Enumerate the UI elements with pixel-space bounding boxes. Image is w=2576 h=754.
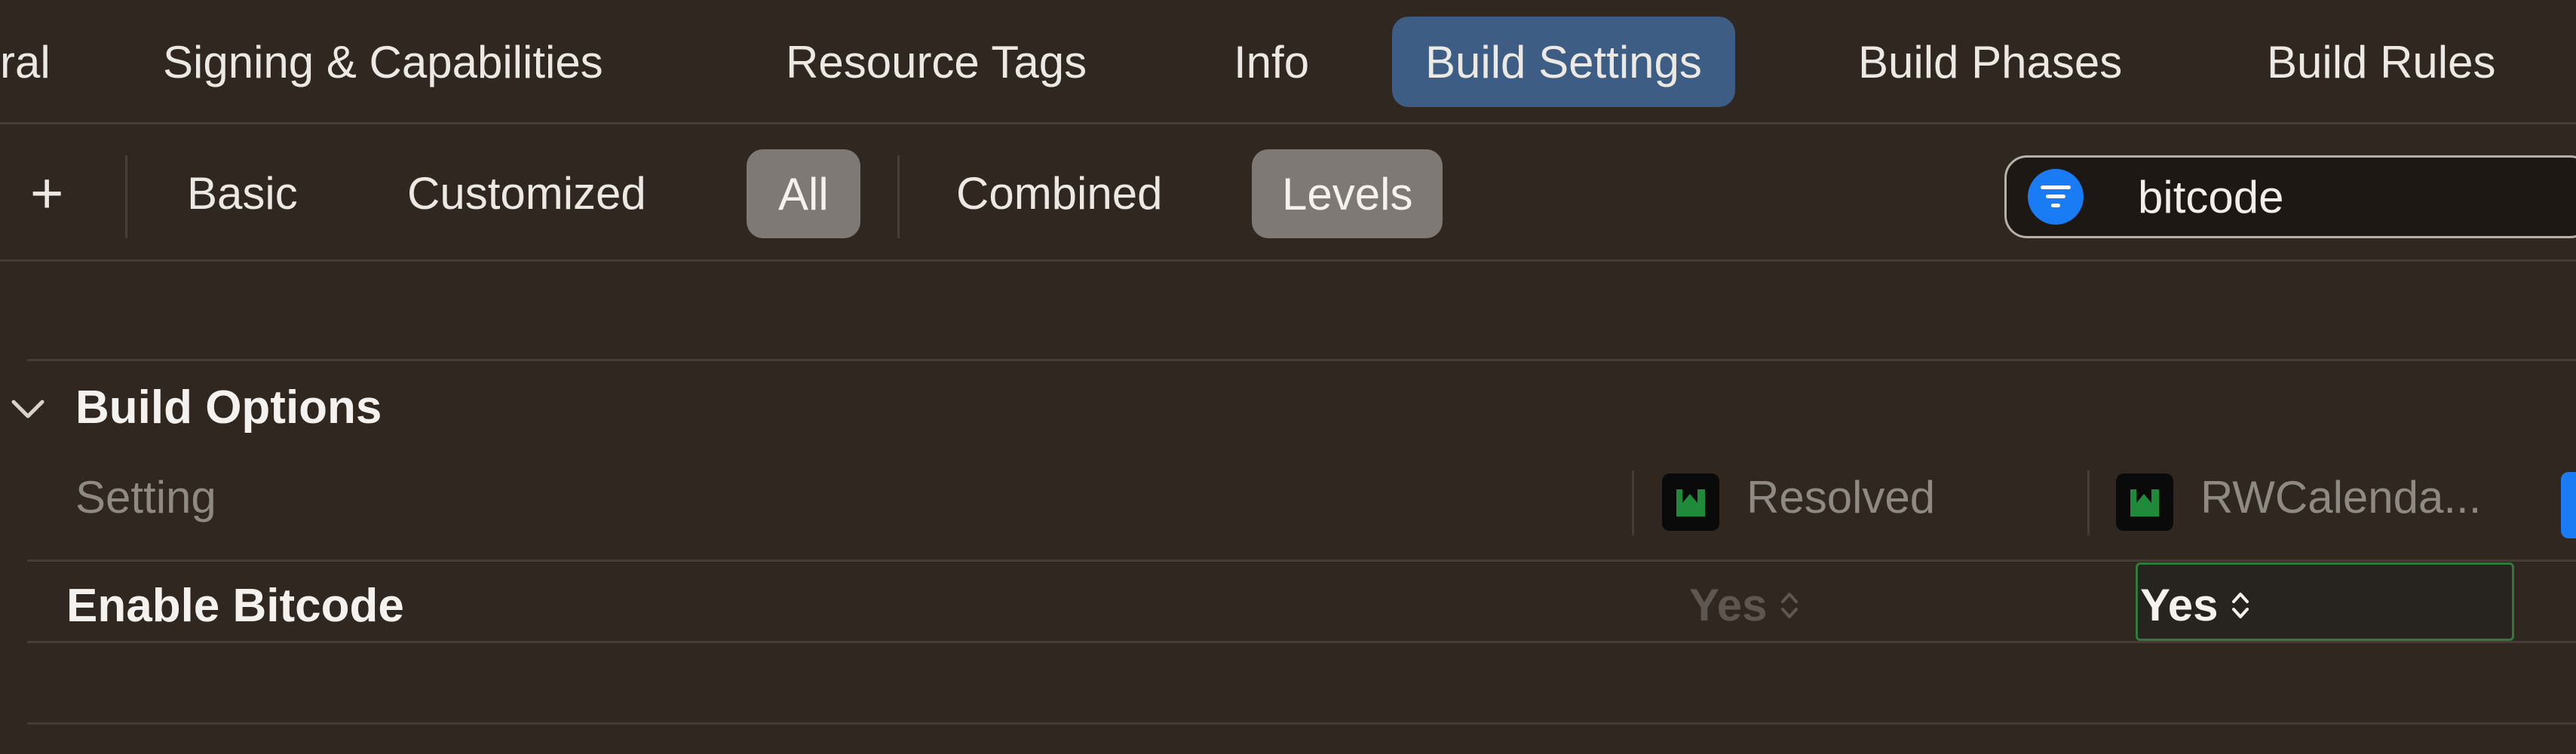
resolved-value-text: Yes — [1689, 580, 1768, 630]
filter-all-label: All — [778, 168, 829, 219]
filter-divider — [125, 155, 127, 238]
tab-signing-capabilities[interactable]: Signing & Capabilities — [163, 17, 603, 107]
filter-levels-button[interactable]: Levels — [1252, 149, 1443, 238]
chevron-down-icon[interactable] — [11, 398, 45, 425]
filter-customized-label: Customized — [407, 167, 646, 219]
column-divider — [2087, 470, 2090, 535]
filter-combined-label: Combined — [956, 167, 1163, 219]
filter-customized-button[interactable]: Customized — [407, 148, 646, 238]
filter-divider — [897, 155, 900, 238]
tab-build-rules-label: Build Rules — [2267, 36, 2496, 87]
app-target-icon — [2116, 474, 2173, 531]
tab-build-phases[interactable]: Build Phases — [1858, 17, 2122, 107]
add-button[interactable]: + — [30, 148, 63, 238]
filter-combined-button[interactable]: Combined — [956, 148, 1163, 238]
tab-resource-tags[interactable]: Resource Tags — [786, 17, 1087, 107]
filter-bar-divider — [0, 259, 2576, 262]
column-header-setting: Setting — [75, 472, 216, 523]
filter-levels-label: Levels — [1282, 168, 1413, 219]
row-divider — [27, 641, 2576, 643]
setting-name: Enable Bitcode — [66, 580, 404, 632]
column-divider — [1632, 470, 1634, 535]
up-down-chevron-icon — [2232, 592, 2249, 618]
column-header-edge — [2561, 472, 2576, 538]
target-value-popup[interactable]: Yes — [2140, 579, 2251, 631]
tab-bar-divider — [0, 122, 2576, 124]
app-target-icon — [1662, 474, 1719, 531]
search-input[interactable]: bitcode — [2138, 171, 2283, 223]
header-row-divider — [27, 559, 2576, 562]
tab-build-rules[interactable]: Build Rules — [2267, 17, 2496, 107]
tab-build-settings[interactable]: Build Settings — [1392, 17, 1735, 107]
plus-icon: + — [30, 161, 64, 225]
filter-all-button[interactable]: All — [747, 149, 860, 238]
column-header-resolved: Resolved — [1746, 472, 1936, 523]
up-down-chevron-icon — [1781, 592, 1799, 618]
filter-icon[interactable] — [2028, 169, 2084, 225]
tab-info[interactable]: Info — [1234, 17, 1309, 107]
target-value-text: Yes — [2140, 580, 2219, 630]
tab-build-settings-label: Build Settings — [1425, 36, 1702, 87]
filter-basic-label: Basic — [187, 167, 298, 219]
resolved-value: Yes — [1689, 579, 1800, 631]
tab-general-label: ral — [0, 36, 51, 87]
column-header-target: RWCalenda... — [2200, 472, 2482, 523]
filter-basic-button[interactable]: Basic — [187, 148, 298, 238]
row-divider — [27, 722, 2576, 725]
tab-general[interactable]: ral — [0, 17, 51, 107]
section-title[interactable]: Build Options — [75, 381, 382, 434]
tab-signing-capabilities-label: Signing & Capabilities — [163, 36, 603, 87]
tab-resource-tags-label: Resource Tags — [786, 36, 1087, 87]
tab-build-phases-label: Build Phases — [1858, 36, 2123, 87]
section-divider — [27, 359, 2576, 361]
search-field[interactable]: bitcode — [2004, 155, 2576, 238]
tab-info-label: Info — [1234, 36, 1310, 87]
